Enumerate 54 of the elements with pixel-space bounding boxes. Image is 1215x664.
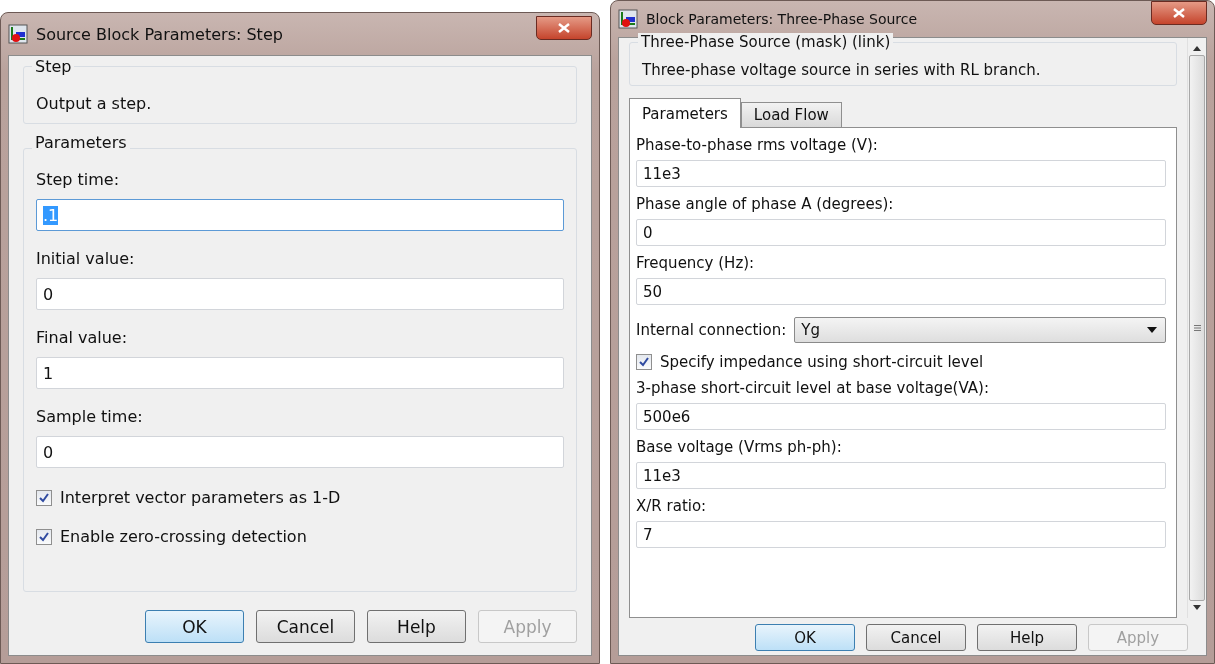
field-label: Phase angle of phase A (degrees): (636, 195, 895, 213)
field-label: Internal connection: (636, 321, 787, 339)
checkbox[interactable] (636, 354, 652, 370)
dialog-button[interactable]: Cancel (256, 610, 355, 643)
block-icon (8, 24, 28, 44)
field-label: Base voltage (Vrms ph-ph): (636, 438, 843, 456)
input-field[interactable]: 11e3 (636, 160, 1166, 187)
field-label: Step time: (36, 170, 121, 189)
checkbox[interactable] (36, 489, 52, 506)
down-arrow-icon (1193, 605, 1201, 610)
checkbox[interactable] (36, 528, 52, 545)
tab[interactable]: Parameters (629, 98, 741, 128)
dialog-button[interactable]: Help (367, 610, 466, 643)
input-field[interactable]: 1 (36, 357, 564, 389)
scroll-thumb[interactable] (1189, 55, 1205, 601)
field-label: X/R ratio: (636, 497, 708, 515)
field-label: Phase-to-phase rms voltage (V): (636, 136, 879, 154)
input-field[interactable]: 0 (36, 278, 564, 310)
dialog-button[interactable]: OK (755, 624, 855, 651)
dialog-button[interactable]: OK (145, 610, 244, 643)
group-heading: Three-Phase Source (mask) (link) (638, 33, 894, 51)
tab[interactable]: Load Flow (740, 102, 842, 128)
description-text: Three-phase voltage source in series with RL branch. (642, 61, 1042, 79)
checkbox-label: Specify impedance using short-circuit level (660, 353, 984, 371)
up-arrow-icon (1193, 46, 1201, 51)
input-field[interactable]: 50 (636, 278, 1166, 305)
block-icon (618, 9, 638, 29)
dropdown[interactable]: Yg (794, 317, 1166, 343)
group-heading: Step (32, 57, 75, 76)
input-field[interactable]: 7 (636, 521, 1166, 548)
window-title: Source Block Parameters: Step (36, 24, 284, 44)
input-field[interactable]: 0 (36, 436, 564, 468)
field-label: Sample time: (36, 407, 144, 426)
close-icon (558, 23, 570, 33)
field-label: Frequency (Hz): (636, 254, 756, 272)
grip-icon (1193, 325, 1201, 331)
close-button[interactable] (536, 16, 592, 40)
group-heading: Parameters (32, 133, 130, 152)
close-icon (1173, 8, 1185, 18)
field-label: Final value: (36, 328, 129, 347)
input-field[interactable]: 500e6 (636, 403, 1166, 430)
input-field[interactable]: 11e3 (636, 462, 1166, 489)
checkbox-label: Enable zero-crossing detection (60, 527, 307, 546)
dialog-button[interactable]: Help (977, 624, 1077, 651)
window-title: Block Parameters: Three-Phase Source (646, 11, 919, 27)
input-field[interactable]: 0 (636, 219, 1166, 246)
field-label: Initial value: (36, 249, 136, 268)
caret-icon (1147, 327, 1157, 333)
close-button[interactable] (1151, 1, 1207, 25)
dialog-button[interactable]: Cancel (866, 624, 966, 651)
checkbox-label: Interpret vector parameters as 1-D (60, 488, 341, 507)
field-label: 3-phase short-circuit level at base voltage(VA): (636, 379, 990, 397)
scrollbar[interactable] (1187, 38, 1206, 618)
description-text: Output a step. (36, 94, 153, 113)
